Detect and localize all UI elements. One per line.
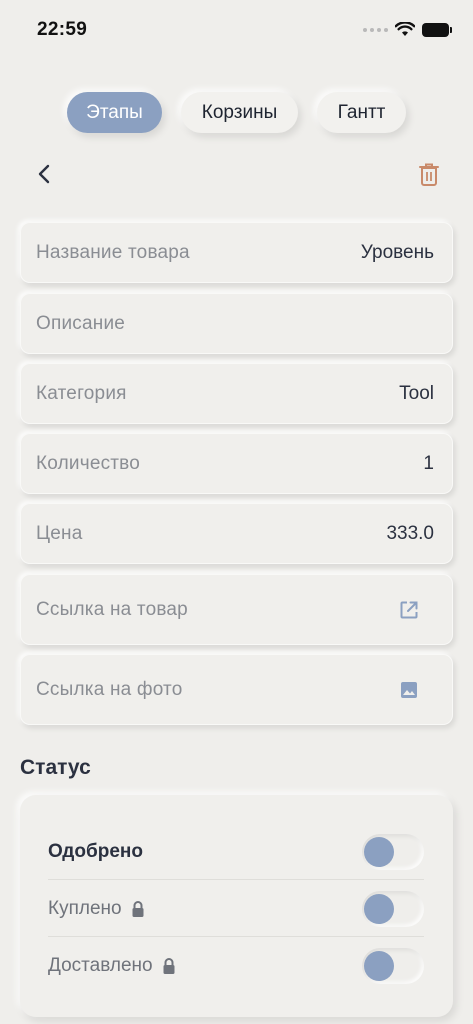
tab-baskets[interactable]: Корзины [181, 92, 298, 133]
field-value: Tool [399, 382, 434, 404]
signal-icon [363, 27, 388, 32]
status-bar: 22:59 [0, 0, 473, 56]
product-name-field[interactable]: Название товара Уровень [20, 222, 453, 283]
status-row-delivered: Доставлено [48, 937, 424, 994]
status-icons [363, 22, 452, 37]
field-label: Цена [36, 522, 83, 544]
field-label: Описание [36, 312, 126, 334]
field-label: Категория [36, 382, 127, 404]
product-link-field[interactable]: Ссылка на товар [20, 574, 453, 645]
field-value: 333.0 [386, 522, 434, 544]
tab-stages[interactable]: Этапы [67, 92, 162, 133]
lock-icon [132, 900, 144, 917]
description-field[interactable]: Описание [20, 293, 453, 354]
status-label: Доставлено [48, 955, 177, 977]
price-field[interactable]: Цена 333.0 [20, 503, 453, 564]
bought-toggle[interactable] [362, 890, 424, 927]
back-button[interactable] [32, 160, 58, 188]
photo-link-field[interactable]: Ссылка на фото [20, 654, 453, 725]
chevron-left-icon [38, 164, 50, 184]
field-label: Ссылка на фото [36, 678, 183, 700]
field-label: Ссылка на товар [36, 598, 188, 620]
delete-button[interactable] [417, 160, 441, 188]
clock: 22:59 [37, 19, 88, 40]
image-icon[interactable] [398, 679, 420, 701]
approved-toggle[interactable] [362, 833, 424, 870]
toggle-knob [364, 950, 394, 981]
status-label-text: Доставлено [48, 954, 153, 976]
field-value: Уровень [360, 241, 434, 263]
status-label-text: Куплено [48, 897, 122, 919]
lock-icon [163, 957, 175, 974]
wifi-icon [395, 22, 415, 36]
field-label: Название товара [36, 241, 190, 263]
status-label: Одобрено [48, 841, 143, 863]
status-card: Одобрено Куплено Доставлено [20, 795, 453, 1017]
status-section-title: Статус [20, 756, 91, 779]
status-label: Куплено [48, 898, 146, 920]
category-field[interactable]: Категория Tool [20, 363, 453, 424]
quantity-field[interactable]: Количество 1 [20, 433, 453, 494]
battery-icon [422, 22, 452, 37]
toggle-knob [364, 893, 394, 924]
status-row-bought: Куплено [48, 880, 424, 937]
toggle-knob [364, 836, 394, 867]
trash-icon [419, 163, 439, 186]
field-value: 1 [423, 452, 434, 474]
field-label: Количество [36, 452, 141, 474]
delivered-toggle[interactable] [362, 947, 424, 984]
tab-gantt[interactable]: Гантт [317, 92, 406, 133]
status-label-text: Одобрено [48, 840, 143, 862]
status-row-approved: Одобрено [48, 823, 424, 880]
open-in-new-icon[interactable] [398, 599, 420, 621]
